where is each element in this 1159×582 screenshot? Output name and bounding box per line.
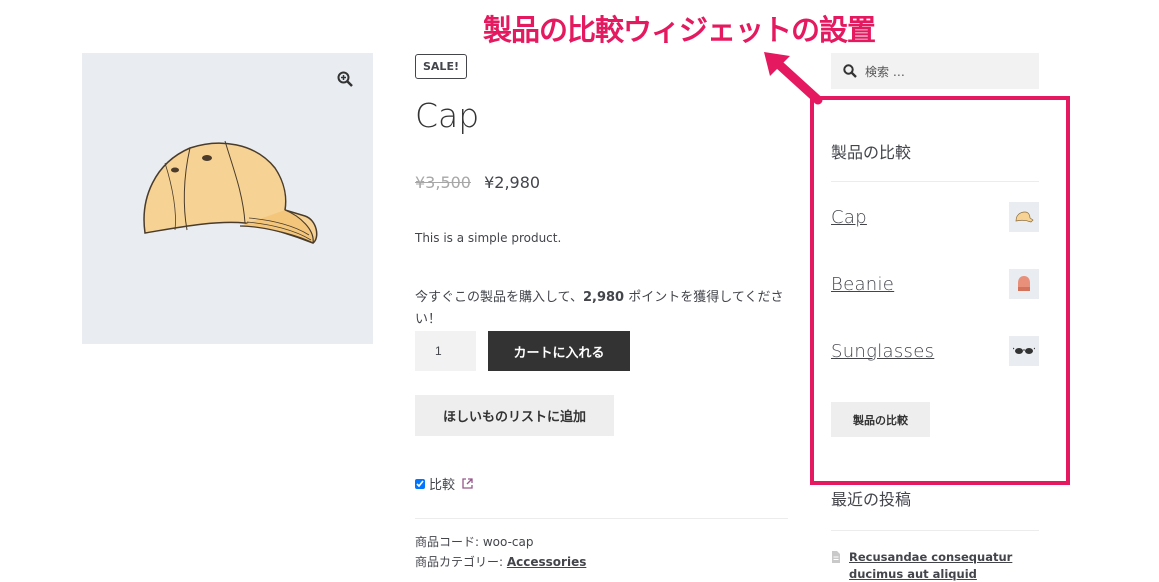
quantity-input[interactable] bbox=[415, 331, 476, 371]
cap-thumb-icon[interactable] bbox=[1009, 202, 1039, 232]
compare-widget-divider bbox=[831, 181, 1039, 182]
points-message: 今すぐこの製品を購入して、2,980 ポイントを獲得してください！ bbox=[415, 287, 790, 331]
category-link[interactable]: Accessories bbox=[507, 555, 587, 569]
compare-item-link[interactable]: Beanie bbox=[831, 274, 894, 295]
add-to-wishlist-button[interactable]: ほしいものリストに追加 bbox=[415, 395, 614, 436]
compare-label: 比較 bbox=[429, 478, 456, 493]
recent-posts-title: 最近の投稿 bbox=[831, 490, 912, 509]
annotation-title: 製品の比較ウィジェットの設置 bbox=[483, 13, 876, 47]
product-title: Cap bbox=[415, 96, 480, 135]
sale-price: ¥2,980 bbox=[484, 173, 541, 192]
sku-label: 商品コード: bbox=[415, 535, 483, 549]
compare-widget-title: 製品の比較 bbox=[831, 143, 912, 162]
zoom-button[interactable] bbox=[330, 64, 360, 94]
recent-posts-divider bbox=[831, 530, 1039, 531]
compare-products-button[interactable]: 製品の比較 bbox=[831, 402, 930, 437]
compare-item-beanie[interactable]: Beanie bbox=[831, 268, 1039, 300]
product-price: ¥3,500 ¥2,980 bbox=[415, 173, 540, 192]
external-link-icon[interactable] bbox=[462, 478, 473, 489]
sunglasses-thumb-icon[interactable] bbox=[1009, 336, 1039, 366]
product-category: 商品カテゴリー: Accessories bbox=[415, 553, 586, 570]
zoom-in-icon bbox=[337, 71, 353, 87]
category-label: 商品カテゴリー: bbox=[415, 555, 507, 569]
beanie-thumb-icon[interactable] bbox=[1009, 269, 1039, 299]
meta-divider bbox=[415, 518, 788, 519]
compare-item-cap[interactable]: Cap bbox=[831, 201, 1039, 233]
compare-item-link[interactable]: Sunglasses bbox=[831, 341, 934, 362]
recent-post-link[interactable]: Recusandae consequatur ducimus aut aliqu… bbox=[849, 549, 1041, 582]
search-placeholder: 検索 … bbox=[865, 64, 905, 79]
points-message-before: 今すぐこの製品を購入して、 bbox=[415, 290, 583, 305]
compare-item-sunglasses[interactable]: Sunglasses bbox=[831, 335, 1039, 367]
compare-checkbox[interactable] bbox=[415, 478, 425, 489]
product-sku: 商品コード: woo-cap bbox=[415, 533, 533, 550]
add-to-cart-button[interactable]: カートに入れる bbox=[488, 331, 630, 371]
search-field[interactable]: 検索 … bbox=[831, 53, 1039, 89]
points-value: 2,980 bbox=[582, 290, 625, 305]
recent-post-item[interactable]: Recusandae consequatur ducimus aut aliqu… bbox=[831, 549, 1041, 582]
document-icon bbox=[832, 551, 840, 563]
compare-item-link[interactable]: Cap bbox=[831, 207, 867, 228]
old-price: ¥3,500 bbox=[415, 173, 471, 192]
short-description: This is a simple product. bbox=[415, 231, 562, 245]
cap-product-image bbox=[143, 140, 318, 244]
search-icon bbox=[843, 64, 857, 78]
sale-badge: SALE! bbox=[415, 54, 467, 79]
compare-checkbox-row[interactable]: 比較 bbox=[415, 474, 473, 493]
sku-value: woo-cap bbox=[482, 535, 534, 549]
